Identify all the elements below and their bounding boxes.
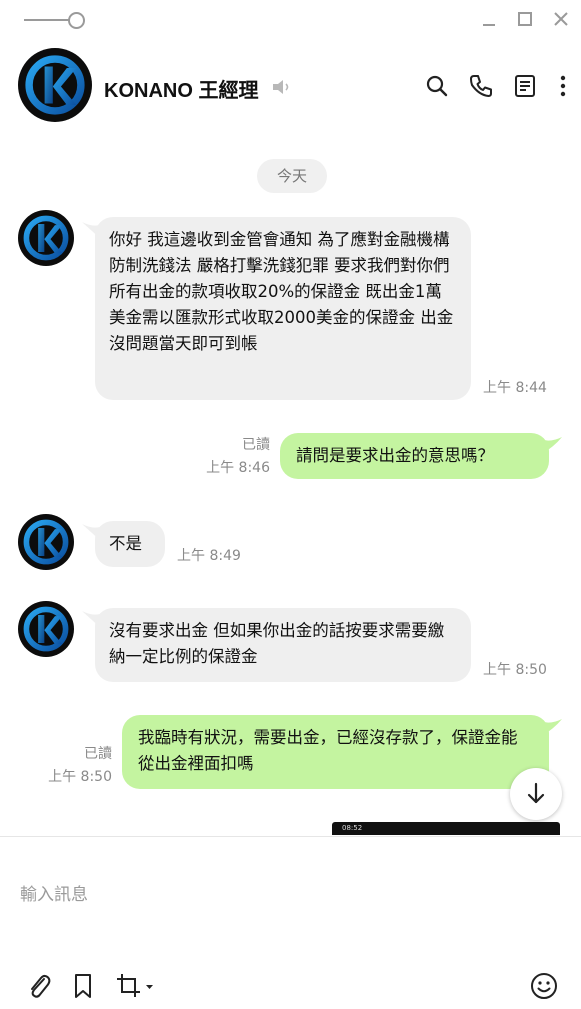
bubble-tail	[540, 719, 562, 737]
message-time: 上午 8:50	[48, 769, 112, 785]
chat-header: KONANO 王經理	[0, 40, 581, 132]
scroll-to-bottom-button[interactable]	[510, 768, 562, 820]
paperclip-icon[interactable]	[24, 971, 54, 1001]
message-time: 上午 8:49	[177, 548, 241, 564]
search-icon[interactable]	[424, 73, 450, 99]
message-avatar[interactable]	[18, 210, 74, 266]
message-bubble-outgoing[interactable]: 我臨時有狀況，需要出金，已經沒存款了，保證金能從出金裡面扣嗎	[122, 715, 549, 789]
message-time: 上午 8:44	[483, 380, 547, 396]
message-avatar[interactable]	[18, 514, 74, 570]
message-time: 上午 8:50	[483, 662, 547, 678]
read-receipt: 已讀	[84, 746, 112, 762]
image-message-preview[interactable]: 08:52	[332, 822, 560, 835]
message-bubble-incoming[interactable]: 你好 我這邊收到金管會通知 為了應對金融機構防制洗錢法 嚴格打擊洗錢犯罪 要求我…	[95, 217, 471, 400]
message-composer	[0, 836, 581, 1009]
window-titlebar	[0, 0, 581, 40]
arrow-down-icon	[527, 782, 545, 804]
notes-icon[interactable]	[512, 73, 538, 99]
bubble-tail	[540, 437, 562, 455]
opacity-slider-track[interactable]	[24, 19, 70, 21]
emoji-icon[interactable]	[529, 971, 559, 1001]
message-bubble-incoming[interactable]: 不是	[95, 521, 165, 567]
bookmark-icon[interactable]	[68, 971, 98, 1001]
message-bubble-incoming[interactable]: 沒有要求出金 但如果你出金的話按要求需要繳納一定比例的保證金	[95, 608, 471, 682]
speaker-muted-icon	[273, 80, 289, 94]
chat-title[interactable]: KONANO 王經理	[104, 74, 258, 103]
maximize-icon[interactable]	[512, 8, 538, 32]
date-separator: 今天	[257, 159, 327, 193]
more-vertical-icon[interactable]	[550, 73, 576, 99]
message-bubble-outgoing[interactable]: 請問是要求出金的意思嗎？	[280, 433, 549, 479]
crop-icon[interactable]	[114, 971, 156, 1001]
message-input[interactable]	[20, 855, 560, 935]
phone-icon[interactable]	[468, 73, 494, 99]
message-time: 上午 8:46	[206, 460, 270, 476]
read-receipt: 已讀	[242, 437, 270, 453]
opacity-slider-knob[interactable]	[68, 12, 85, 29]
minimize-icon[interactable]	[476, 8, 502, 32]
close-icon[interactable]	[548, 8, 574, 32]
message-avatar[interactable]	[18, 601, 74, 657]
contact-avatar[interactable]	[18, 48, 92, 122]
